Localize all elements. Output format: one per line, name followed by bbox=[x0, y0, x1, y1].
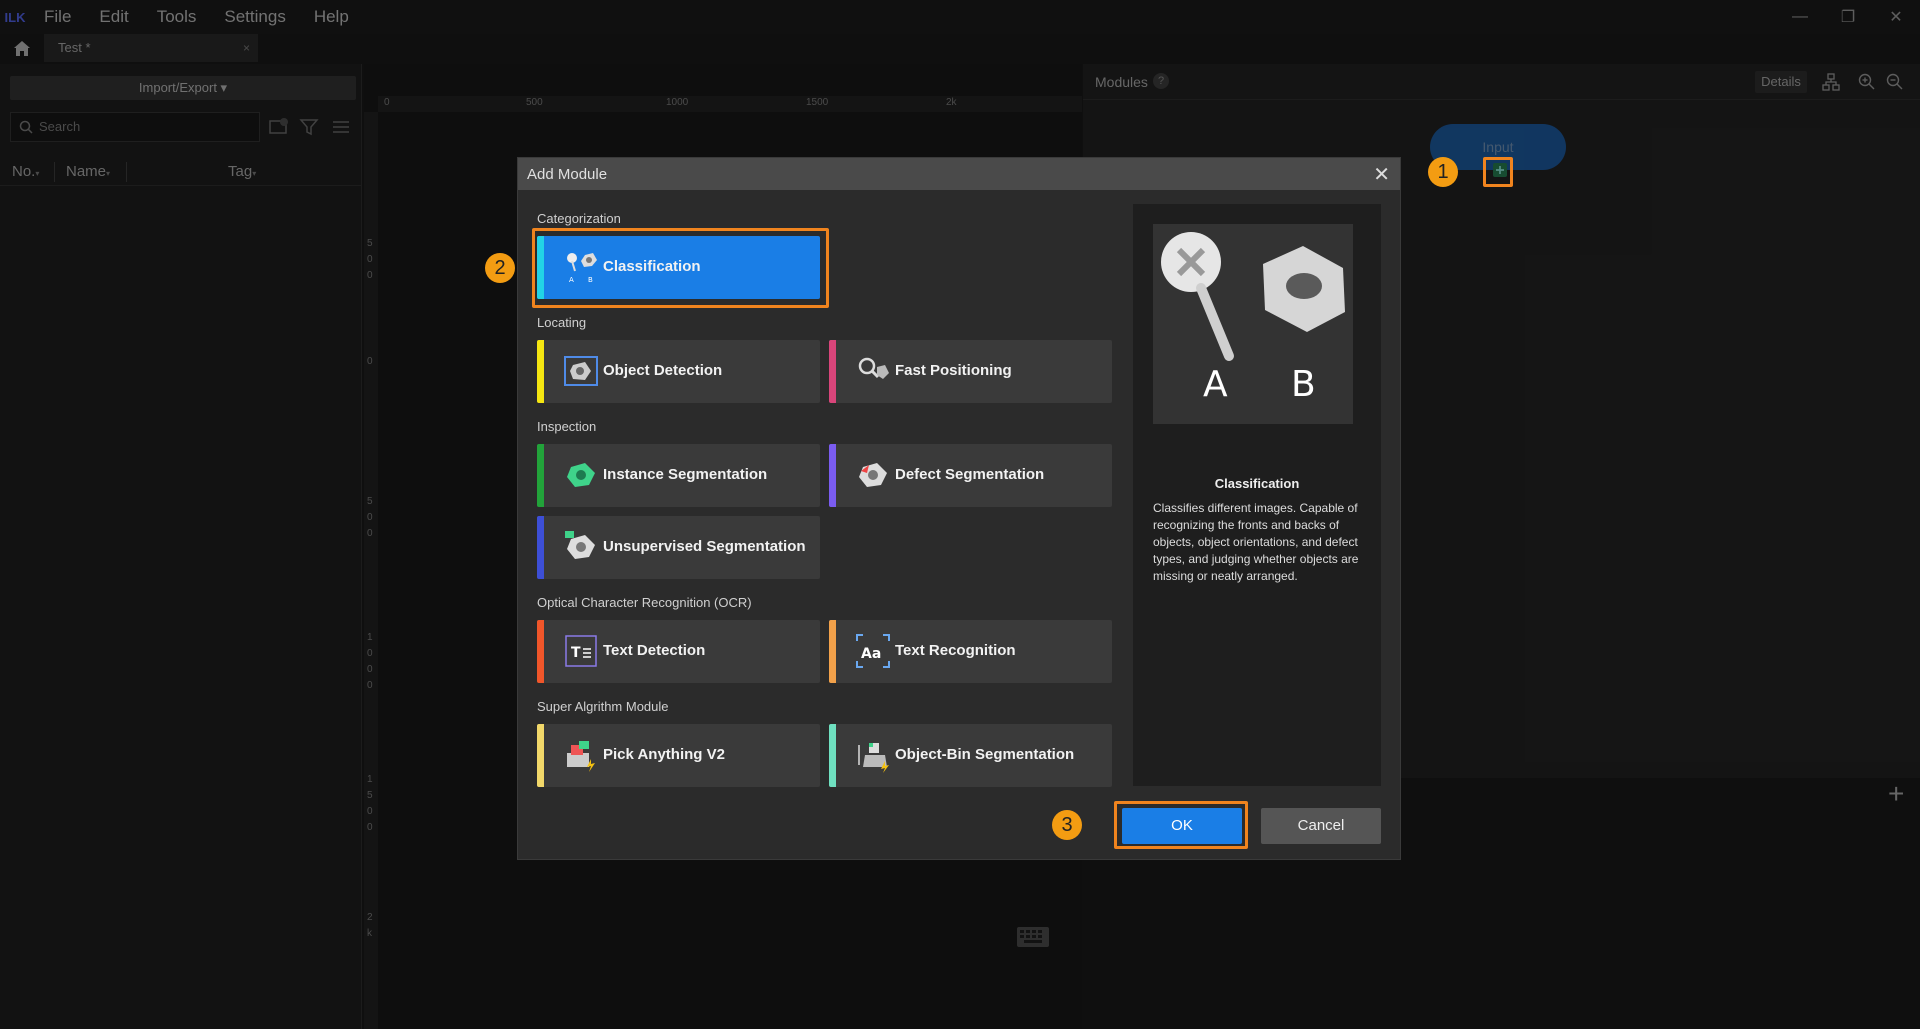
module-stripe bbox=[537, 724, 544, 787]
module-object-detection[interactable]: Object Detection bbox=[537, 340, 820, 403]
object-detection-icon bbox=[564, 356, 598, 386]
pick-anything-icon bbox=[567, 741, 595, 772]
object-bin-segmentation-icon bbox=[858, 743, 889, 773]
module-label: Pick Anything V2 bbox=[603, 746, 725, 763]
module-unsupervised-segmentation[interactable]: Unsupervised Segmentation bbox=[537, 516, 820, 579]
module-stripe bbox=[537, 340, 544, 403]
module-instance-segmentation[interactable]: Instance Segmentation bbox=[537, 444, 820, 507]
callout-number-3: 3 bbox=[1052, 810, 1082, 840]
module-stripe bbox=[829, 724, 836, 787]
preview-module-description: Classifies different images. Capable of … bbox=[1153, 501, 1359, 583]
svg-text:Aa: Aa bbox=[861, 646, 881, 662]
module-label: Instance Segmentation bbox=[603, 466, 768, 483]
module-preview-panel: A B Classification Classifies different … bbox=[1133, 204, 1381, 786]
unsupervised-segmentation-icon bbox=[565, 531, 595, 559]
module-object-bin-segmentation[interactable]: Object-Bin Segmentation bbox=[829, 724, 1112, 787]
module-stripe bbox=[537, 516, 544, 579]
callout-box-2 bbox=[532, 228, 829, 308]
fast-positioning-icon bbox=[858, 357, 889, 379]
instance-segmentation-icon bbox=[567, 463, 595, 487]
category-label: Categorization bbox=[537, 211, 621, 226]
dialog-titlebar: Add Module ✕ bbox=[518, 158, 1400, 190]
module-label: Text Detection bbox=[603, 642, 706, 659]
category-label: Super Algrithm Module bbox=[537, 699, 669, 714]
module-label: Fast Positioning bbox=[895, 362, 1012, 379]
callout-number-1: 1 bbox=[1428, 157, 1458, 187]
module-label: Text Recognition bbox=[895, 642, 1016, 659]
category-label: Inspection bbox=[537, 419, 597, 434]
cancel-button[interactable]: Cancel bbox=[1261, 808, 1381, 844]
text-recognition-icon: Aa bbox=[856, 634, 890, 668]
classification-preview-image: A B bbox=[1153, 224, 1353, 424]
module-stripe bbox=[829, 620, 836, 683]
svg-text:T: T bbox=[571, 645, 581, 661]
module-label: Object Detection bbox=[603, 362, 723, 379]
module-text-recognition[interactable]: Aa Text Recognition bbox=[829, 620, 1112, 683]
module-label: Defect Segmentation bbox=[895, 466, 1045, 483]
callout-box-3 bbox=[1114, 801, 1248, 849]
dialog-title: Add Module bbox=[527, 166, 608, 183]
defect-segmentation-icon bbox=[859, 463, 887, 487]
text-detection-icon: T bbox=[565, 635, 597, 667]
dialog-close-icon[interactable]: ✕ bbox=[1373, 162, 1390, 187]
category-label: Locating bbox=[537, 315, 587, 330]
module-label: Object-Bin Segmentation bbox=[895, 746, 1075, 763]
module-defect-segmentation[interactable]: Defect Segmentation bbox=[829, 444, 1112, 507]
preview-label-b: B bbox=[1291, 364, 1316, 405]
category-label: Optical Character Recognition (OCR) bbox=[537, 595, 752, 610]
preview-label-a: A bbox=[1203, 364, 1228, 405]
module-stripe bbox=[829, 444, 836, 507]
module-stripe bbox=[537, 444, 544, 507]
callout-number-2: 2 bbox=[485, 253, 515, 283]
module-text-detection[interactable]: T Text Detection bbox=[537, 620, 820, 683]
module-fast-positioning[interactable]: Fast Positioning bbox=[829, 340, 1112, 403]
preview-module-name: Classification bbox=[1214, 476, 1300, 491]
callout-box-1 bbox=[1483, 157, 1513, 187]
module-stripe bbox=[829, 340, 836, 403]
module-pick-anything-v2[interactable]: Pick Anything V2 bbox=[537, 724, 820, 787]
module-stripe bbox=[537, 620, 544, 683]
module-label: Unsupervised Segmentation bbox=[603, 538, 806, 555]
